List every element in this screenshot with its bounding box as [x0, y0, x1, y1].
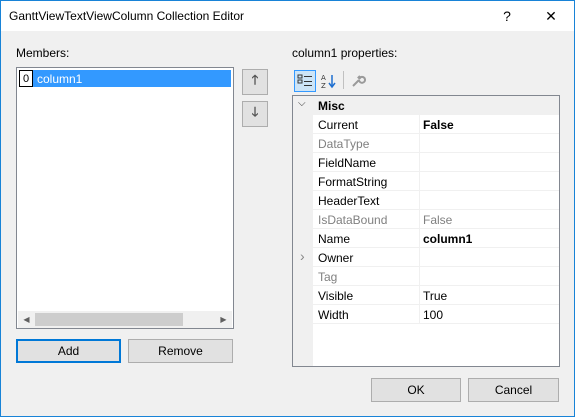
column-divider: [419, 248, 420, 267]
categorized-button[interactable]: [294, 70, 316, 92]
category-row-misc[interactable]: ⌵ Misc: [293, 96, 559, 115]
property-name: DataType: [318, 137, 370, 151]
property-value[interactable]: 100: [423, 308, 443, 322]
property-name: Visible: [318, 289, 354, 303]
properties-label: column1 properties:: [292, 46, 398, 60]
property-row-formatstring[interactable]: FormatString: [293, 172, 559, 191]
property-row-owner[interactable]: › Owner: [293, 248, 559, 267]
toolbar-separator: [343, 71, 344, 89]
svg-text:Z: Z: [321, 82, 326, 89]
column-divider: [419, 286, 420, 305]
property-row-tag[interactable]: Tag: [293, 267, 559, 286]
property-row-visible[interactable]: Visible True: [293, 286, 559, 305]
svg-text:A: A: [321, 74, 326, 82]
property-row-headertext[interactable]: HeaderText: [293, 191, 559, 210]
arrow-up-icon: 🡑: [251, 72, 259, 87]
property-name: Tag: [318, 270, 338, 284]
column-divider: [419, 115, 420, 134]
close-icon: ✕: [545, 7, 557, 24]
list-item[interactable]: 0 column1: [19, 70, 231, 87]
title-bar: GanttViewTextViewColumn Collection Edito…: [1, 1, 574, 31]
horizontal-scrollbar[interactable]: ◀ ▶: [18, 311, 232, 328]
help-button[interactable]: ?: [487, 1, 527, 31]
property-row-width[interactable]: Width 100: [293, 305, 559, 324]
chevron-down-icon[interactable]: ⌵: [298, 98, 306, 109]
property-pages-button[interactable]: [347, 70, 369, 92]
ok-button-label: OK: [407, 383, 425, 397]
property-name: Current: [318, 118, 359, 132]
property-name: FieldName: [318, 156, 377, 170]
property-name: IsDataBound: [318, 213, 388, 227]
property-row-isdatabound[interactable]: IsDataBound False: [293, 210, 559, 229]
chevron-right-icon[interactable]: ›: [300, 248, 305, 264]
remove-button-label: Remove: [158, 344, 203, 358]
category-label: Misc: [318, 99, 345, 113]
member-index: 0: [19, 70, 33, 87]
property-name: Width: [318, 308, 349, 322]
property-row-fieldname[interactable]: FieldName: [293, 153, 559, 172]
close-button[interactable]: ✕: [531, 1, 571, 31]
property-value: False: [423, 213, 453, 227]
alphabetical-icon: A Z: [321, 74, 336, 89]
cancel-button[interactable]: Cancel: [468, 378, 559, 402]
property-row-datatype[interactable]: DataType: [293, 134, 559, 153]
move-down-button[interactable]: 🡓: [242, 101, 268, 127]
members-list[interactable]: 0 column1 ◀ ▶: [16, 67, 234, 329]
members-label: Members:: [16, 46, 70, 60]
property-row-name[interactable]: Name column1: [293, 229, 559, 248]
column-divider: [419, 172, 420, 191]
collection-editor-dialog: GanttViewTextViewColumn Collection Edito…: [0, 0, 575, 417]
arrow-down-icon: 🡓: [251, 104, 259, 119]
property-value[interactable]: True: [423, 289, 447, 303]
column-divider: [419, 191, 420, 210]
alphabetical-button[interactable]: A Z: [317, 70, 339, 92]
property-name: Owner: [318, 251, 354, 265]
member-name: column1: [33, 70, 231, 87]
property-value[interactable]: column1: [423, 232, 472, 246]
property-value[interactable]: False: [423, 118, 454, 132]
property-grid[interactable]: ⌵ Misc Current False DataType FieldName Form…: [292, 95, 560, 367]
scroll-thumb[interactable]: [35, 313, 183, 326]
window-title: GanttViewTextViewColumn Collection Edito…: [9, 9, 245, 23]
remove-button[interactable]: Remove: [128, 339, 233, 363]
add-button[interactable]: Add: [16, 339, 121, 363]
help-icon: ?: [503, 8, 511, 24]
wrench-icon: [352, 75, 366, 87]
property-name: FormatString: [318, 175, 388, 189]
property-name: Name: [318, 232, 351, 246]
property-row-current[interactable]: Current False: [293, 115, 559, 134]
column-divider: [419, 305, 420, 324]
cancel-button-label: Cancel: [494, 383, 533, 397]
categorized-icon: [297, 74, 312, 86]
move-up-button[interactable]: 🡑: [242, 69, 268, 95]
column-divider: [419, 267, 420, 286]
column-divider: [419, 153, 420, 172]
column-divider: [419, 210, 420, 229]
column-divider: [419, 134, 420, 153]
scroll-right-icon[interactable]: ▶: [215, 311, 232, 328]
ok-button[interactable]: OK: [371, 378, 461, 402]
property-name: HeaderText: [318, 194, 380, 208]
column-divider: [419, 229, 420, 248]
scroll-left-icon[interactable]: ◀: [18, 311, 35, 328]
add-button-label: Add: [57, 344, 80, 358]
